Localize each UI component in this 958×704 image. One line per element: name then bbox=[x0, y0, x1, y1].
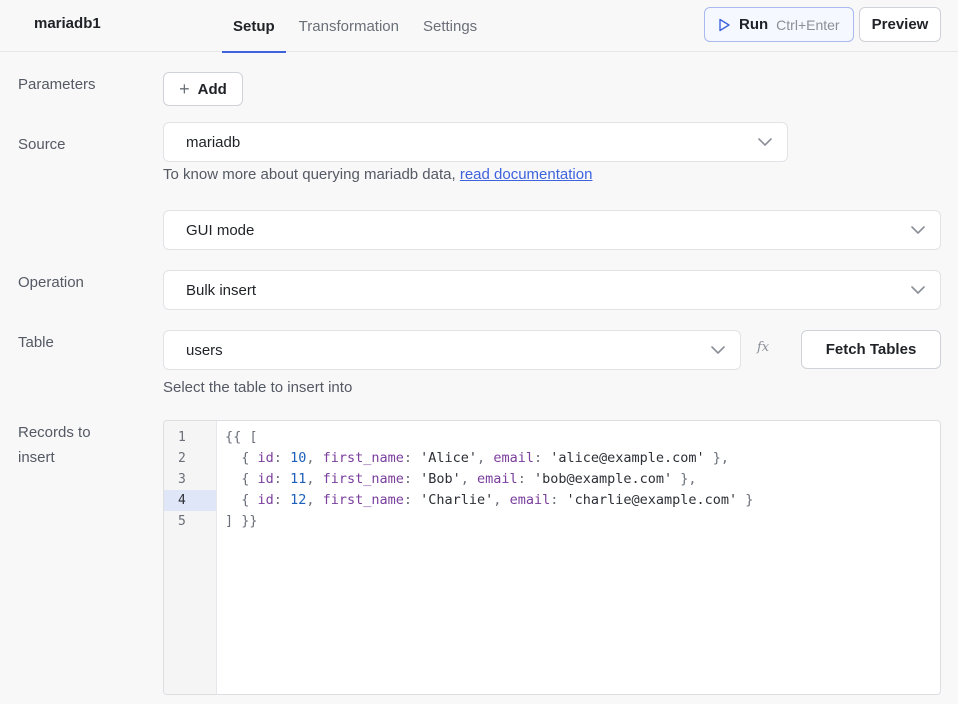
table-label: Table bbox=[18, 334, 54, 351]
line-number-gutter: 1 2 3 4 5 bbox=[164, 421, 217, 694]
code-string: 'Charlie' bbox=[420, 492, 494, 508]
line-number: 1 bbox=[178, 430, 186, 445]
code-string: 'Bob' bbox=[420, 471, 461, 487]
code-key: first_name bbox=[322, 450, 404, 466]
source-label: Source bbox=[18, 136, 66, 153]
code-key: first_name bbox=[322, 492, 404, 508]
query-tabs: Setup Transformation Settings bbox=[222, 0, 490, 53]
records-label-line2: insert bbox=[18, 449, 55, 466]
operation-value: Bulk insert bbox=[186, 281, 257, 299]
chevron-down-icon bbox=[758, 138, 772, 146]
preview-button[interactable]: Preview bbox=[859, 7, 941, 42]
mode-select[interactable]: GUI mode bbox=[163, 210, 941, 250]
parameters-label: Parameters bbox=[18, 76, 96, 93]
code-key: id bbox=[257, 471, 274, 487]
operation-select[interactable]: Bulk insert bbox=[163, 270, 941, 310]
table-hint: Select the table to insert into bbox=[163, 379, 353, 396]
code-number: 11 bbox=[290, 471, 307, 487]
tab-settings[interactable]: Settings bbox=[412, 0, 488, 52]
line-number: 5 bbox=[178, 514, 186, 529]
code-key: first_name bbox=[322, 471, 404, 487]
code-key: email bbox=[493, 450, 534, 466]
code-content[interactable]: {{ [ { id: 10, first_name: 'Alice', emai… bbox=[225, 427, 940, 532]
code-line: { id: 11, first_name: 'Bob', email: 'bob… bbox=[241, 471, 697, 487]
code-key: email bbox=[477, 471, 518, 487]
code-key: email bbox=[509, 492, 551, 508]
operation-label: Operation bbox=[18, 274, 84, 291]
code-line: { id: 10, first_name: 'Alice', email: 'a… bbox=[241, 450, 730, 466]
records-label-line1: Records to bbox=[18, 424, 91, 441]
source-select[interactable]: mariadb bbox=[163, 122, 788, 162]
code-line: {{ [ bbox=[225, 427, 940, 448]
code-string: 'charlie@example.com' bbox=[566, 492, 738, 508]
table-value: users bbox=[186, 341, 223, 359]
add-label: Add bbox=[197, 80, 227, 98]
code-key: id bbox=[257, 492, 274, 508]
fetch-tables-button[interactable]: Fetch Tables bbox=[801, 330, 941, 369]
run-shortcut: Ctrl+Enter bbox=[776, 16, 840, 33]
chevron-down-icon bbox=[711, 346, 725, 354]
records-label: Records to insert bbox=[18, 420, 91, 470]
code-string: 'bob@example.com' bbox=[533, 471, 673, 487]
code-open: {{ [ bbox=[225, 429, 258, 445]
code-number: 10 bbox=[290, 450, 307, 466]
code-key: id bbox=[257, 450, 274, 466]
code-close: ] }} bbox=[225, 513, 258, 529]
read-documentation-link[interactable]: read documentation bbox=[460, 166, 593, 183]
run-button[interactable]: Run Ctrl+Enter bbox=[704, 7, 854, 42]
line-number: 3 bbox=[178, 472, 186, 487]
tab-transformation[interactable]: Transformation bbox=[288, 0, 410, 52]
plus-icon: + bbox=[179, 79, 190, 99]
tab-setup[interactable]: Setup bbox=[222, 0, 286, 53]
source-hint: To know more about querying mariadb data… bbox=[163, 166, 592, 183]
line-number-active: 4 bbox=[164, 490, 216, 511]
chevron-down-icon bbox=[911, 226, 925, 234]
code-line: { id: 12, first_name: 'Charlie', email: … bbox=[241, 492, 754, 508]
code-number: 12 bbox=[290, 492, 307, 508]
chevron-down-icon bbox=[911, 286, 925, 294]
records-code-editor[interactable]: 1 2 3 4 5 {{ [ { id: 10, first_name: 'Al… bbox=[163, 420, 941, 695]
fx-toggle-icon[interactable]: fx bbox=[757, 340, 769, 355]
source-hint-text: To know more about querying mariadb data… bbox=[163, 166, 460, 183]
play-icon bbox=[719, 18, 730, 31]
query-name[interactable]: mariadb1 bbox=[34, 15, 101, 32]
run-label: Run bbox=[739, 16, 769, 33]
code-string: 'Alice' bbox=[420, 450, 478, 466]
line-number: 2 bbox=[178, 451, 186, 466]
table-select[interactable]: users bbox=[163, 330, 741, 370]
code-string: 'alice@example.com' bbox=[550, 450, 705, 466]
query-header: mariadb1 Setup Transformation Settings R… bbox=[0, 0, 958, 53]
code-line: ] }} bbox=[225, 511, 940, 532]
source-value: mariadb bbox=[186, 133, 241, 151]
add-parameter-button[interactable]: + Add bbox=[163, 72, 243, 106]
mode-value: GUI mode bbox=[186, 221, 255, 239]
